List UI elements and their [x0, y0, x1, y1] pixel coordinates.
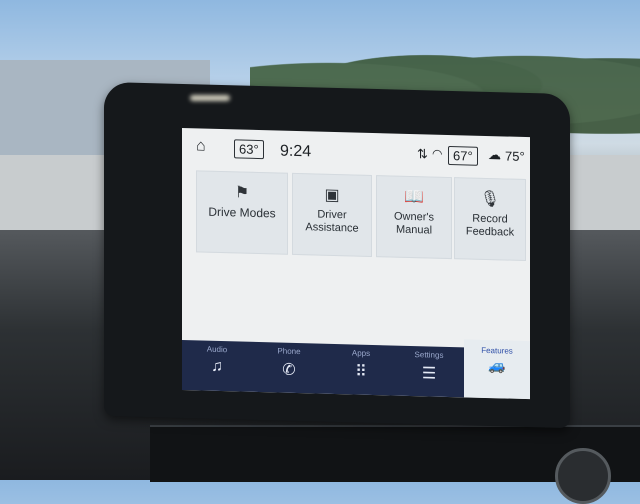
wifi-icon: ◠ [432, 146, 443, 161]
tile-label: Record Feedback [465, 212, 515, 239]
book-icon: 📖 [404, 188, 424, 207]
phone-icon: ✆ [282, 361, 296, 379]
bottom-nav-bar: Audio ♫ Phone ✆ Apps ⠿ Settings ☰ [182, 340, 464, 398]
music-note-icon: ♫ [211, 357, 223, 376]
nav-label: Features [481, 345, 513, 356]
sliders-icon: ☰ [421, 365, 437, 383]
tile-label: Owner's Manual [394, 210, 434, 237]
transfer-arrows-icon: ⇅ [417, 146, 428, 162]
tile-driver-assistance[interactable]: ▣ Driver Assistance [292, 172, 372, 257]
home-icon[interactable]: ⌂ [196, 137, 206, 155]
clock-time: 9:24 [280, 142, 312, 161]
apps-grid-icon: ⠿ [355, 363, 367, 381]
tile-label: Driver Assistance [305, 208, 359, 235]
outside-temp-left[interactable]: 63° [234, 139, 264, 160]
tile-label: Drive Modes [208, 204, 276, 221]
bezel-glare [190, 95, 230, 101]
nav-settings[interactable]: Settings ☰ [394, 346, 464, 398]
drive-modes-icon: ⚑ [234, 184, 250, 202]
nav-label: Settings [414, 350, 444, 360]
tile-record-feedback[interactable]: 🎙 Record Feedback [454, 177, 526, 262]
cabin-temp[interactable]: 67° [448, 145, 478, 166]
volume-knob[interactable] [555, 448, 611, 504]
feature-tiles: ⚑ Drive Modes ▣ Driver Assistance 📖 Owne… [196, 170, 530, 263]
status-bar: ⌂ 63° 9:24 ⇅ ◠ 67° ☁ 75° [182, 128, 530, 177]
nav-audio[interactable]: Audio ♫ [182, 340, 252, 392]
tile-owners-manual[interactable]: 📖 Owner's Manual [376, 175, 452, 260]
partly-cloudy-icon: ☁ [488, 147, 501, 163]
nav-label: Audio [206, 344, 228, 355]
nav-phone[interactable]: Phone ✆ [254, 342, 324, 394]
tile-drive-modes[interactable]: ⚑ Drive Modes [196, 170, 288, 255]
nav-label: Phone [277, 346, 301, 357]
microphone-icon: 🎙 [479, 190, 501, 209]
outside-temp-right: 75° [505, 148, 525, 164]
car-icon: 🚙 [488, 357, 506, 374]
infotainment-screen: ⌂ 63° 9:24 ⇅ ◠ 67° ☁ 75° ⚑ Drive Modes ▣… [182, 128, 530, 400]
driver-assistance-icon: ▣ [324, 186, 340, 205]
nav-label: Apps [351, 348, 371, 358]
nav-features[interactable]: Features 🚙 [464, 339, 530, 400]
nav-apps[interactable]: Apps ⠿ [326, 344, 396, 396]
